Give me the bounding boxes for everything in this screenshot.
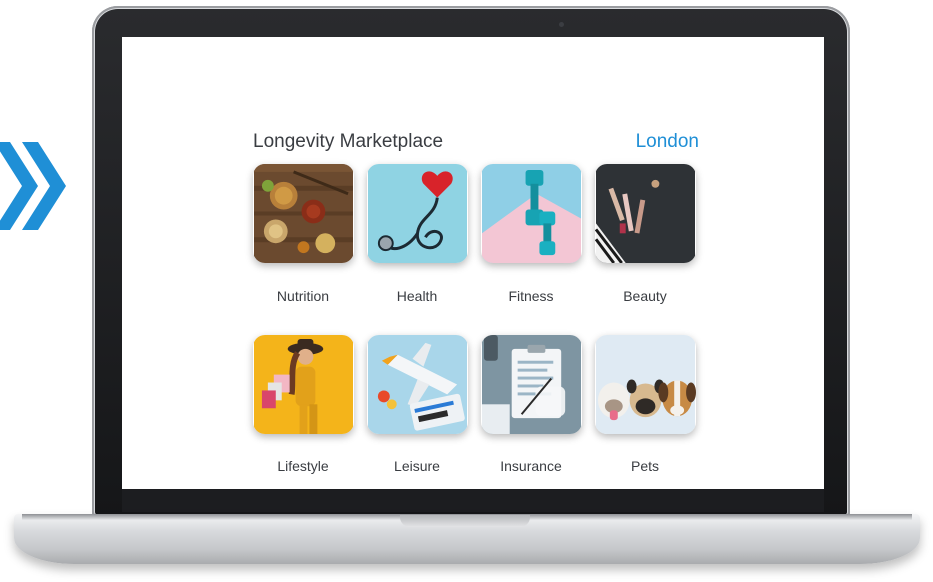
double-chevron-icon (0, 142, 66, 230)
category-tile-beauty[interactable] (595, 164, 696, 263)
laptop-bezel (122, 489, 824, 512)
category-tile-insurance[interactable] (481, 335, 582, 434)
shopping-woman-image (254, 335, 353, 434)
category-tile-pets[interactable] (595, 335, 696, 434)
makeup-brushes-image (595, 164, 695, 263)
dogs-image (596, 335, 696, 434)
category-label-health: Health (396, 288, 438, 304)
category-label-leisure: Leisure (394, 458, 440, 474)
category-label-beauty: Beauty (623, 288, 667, 304)
camera-icon (559, 22, 564, 27)
category-label-insurance: Insurance (500, 458, 562, 474)
category-tile-fitness[interactable] (481, 164, 582, 263)
category-tile-health[interactable] (367, 164, 468, 263)
page-title: Longevity Marketplace (253, 131, 444, 152)
category-tile-lifestyle[interactable] (253, 335, 354, 434)
category-tile-leisure[interactable] (367, 335, 468, 434)
clipboard-form-image (482, 335, 581, 434)
category-label-nutrition: Nutrition (276, 288, 330, 304)
location-link[interactable]: London (636, 131, 699, 153)
category-tile-nutrition[interactable] (253, 164, 354, 263)
plane-tickets-image (368, 335, 467, 434)
dumbbells-image (482, 164, 581, 263)
category-label-lifestyle: Lifestyle (277, 458, 329, 474)
category-label-pets: Pets (630, 458, 659, 474)
stethoscope-heart-image (368, 164, 467, 263)
nutrition-image (254, 164, 353, 263)
category-label-fitness: Fitness (508, 288, 554, 304)
laptop-notch (400, 515, 530, 527)
laptop-screen: Longevity Marketplace London Nutrition H… (122, 37, 824, 489)
